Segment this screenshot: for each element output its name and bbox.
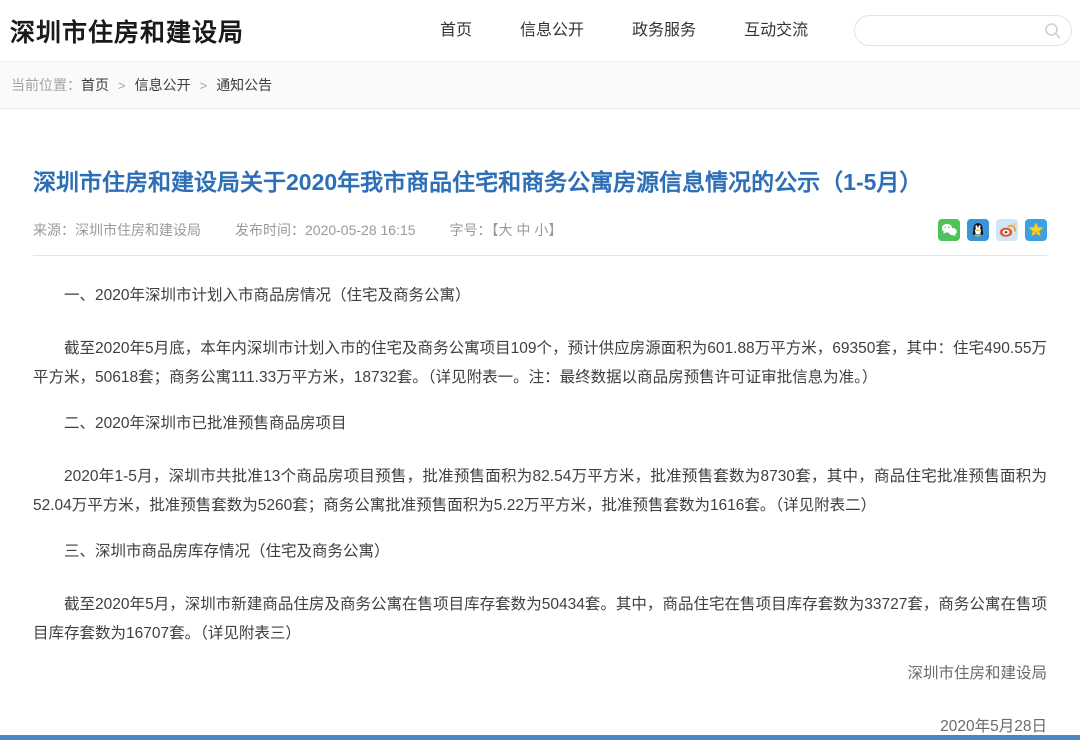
breadcrumb-separator: >	[200, 78, 208, 93]
site-logo-title[interactable]: 深圳市住房和建设局	[10, 13, 244, 49]
signature-date: 2020年5月28日	[33, 717, 1047, 737]
weibo-share-icon[interactable]	[996, 219, 1018, 241]
meta-source: 来源：深圳市住房和建设局	[33, 220, 201, 240]
signature-agency: 深圳市住房和建设局	[33, 664, 1047, 684]
meta-source-label: 来源：	[33, 222, 75, 238]
search-box[interactable]	[854, 15, 1072, 46]
section-1-heading: 一、2020年深圳市计划入市商品房情况（住宅及商务公寓）	[33, 286, 1047, 306]
wechat-share-icon[interactable]	[938, 219, 960, 241]
section-1-paragraph: 截至2020年5月底，本年内深圳市计划入市的住宅及商务公寓项目109个，预计供应…	[33, 334, 1047, 392]
breadcrumb-notices[interactable]: 通知公告	[216, 75, 272, 95]
article-content: 深圳市住房和建设局关于2020年我市商品住宅和商务公寓房源信息情况的公示（1-5…	[0, 167, 1080, 737]
share-buttons	[938, 219, 1047, 241]
section-3-paragraph: 截至2020年5月，深圳市新建商品住房及商务公寓在售项目库存套数为50434套。…	[33, 590, 1047, 648]
article-meta-row: 来源：深圳市住房和建设局 发布时间：2020-05-28 16:15 字号：【大…	[33, 219, 1047, 241]
top-navigation: 首页 信息公开 政务服务 互动交流	[416, 0, 832, 62]
article-title: 深圳市住房和建设局关于2020年我市商品住宅和商务公寓房源信息情况的公示（1-5…	[33, 167, 1047, 197]
meta-fontsize: 字号：【大 中 小】	[450, 220, 563, 240]
qzone-share-icon[interactable]	[1025, 219, 1047, 241]
section-2-heading: 二、2020年深圳市已批准预售商品房项目	[33, 414, 1047, 434]
meta-source-value: 深圳市住房和建设局	[75, 222, 201, 238]
meta-time-value: 2020-05-28 16:15	[305, 222, 416, 238]
section-2-paragraph: 2020年1-5月，深圳市共批准13个商品房项目预售，批准预售面积为82.54万…	[33, 462, 1047, 520]
breadcrumb-label: 当前位置：	[11, 75, 81, 95]
nav-item-interaction[interactable]: 互动交流	[720, 0, 832, 62]
search-icon[interactable]	[1044, 22, 1062, 40]
nav-item-gov-services[interactable]: 政务服务	[608, 0, 720, 62]
qq-share-icon[interactable]	[967, 219, 989, 241]
nav-item-info-disclosure[interactable]: 信息公开	[496, 0, 608, 62]
meta-time-label: 发布时间：	[235, 222, 305, 238]
breadcrumb-home[interactable]: 首页	[81, 75, 109, 95]
search-input[interactable]	[869, 17, 1049, 44]
breadcrumb-info-disclosure[interactable]: 信息公开	[135, 75, 191, 95]
breadcrumb-separator: >	[118, 78, 126, 93]
nav-item-home[interactable]: 首页	[416, 0, 496, 62]
fontsize-selector[interactable]: 【大 中 小】	[492, 222, 563, 238]
meta-divider	[33, 255, 1047, 256]
breadcrumb: 当前位置： 首页 > 信息公开 > 通知公告	[0, 62, 1080, 109]
footer-accent-bar	[0, 735, 1080, 740]
meta-publish-time: 发布时间：2020-05-28 16:15	[235, 220, 416, 240]
section-3-heading: 三、深圳市商品房库存情况（住宅及商务公寓）	[33, 542, 1047, 562]
site-header: 深圳市住房和建设局 首页 信息公开 政务服务 互动交流	[0, 0, 1080, 62]
meta-fontsize-label: 字号：	[450, 222, 492, 238]
